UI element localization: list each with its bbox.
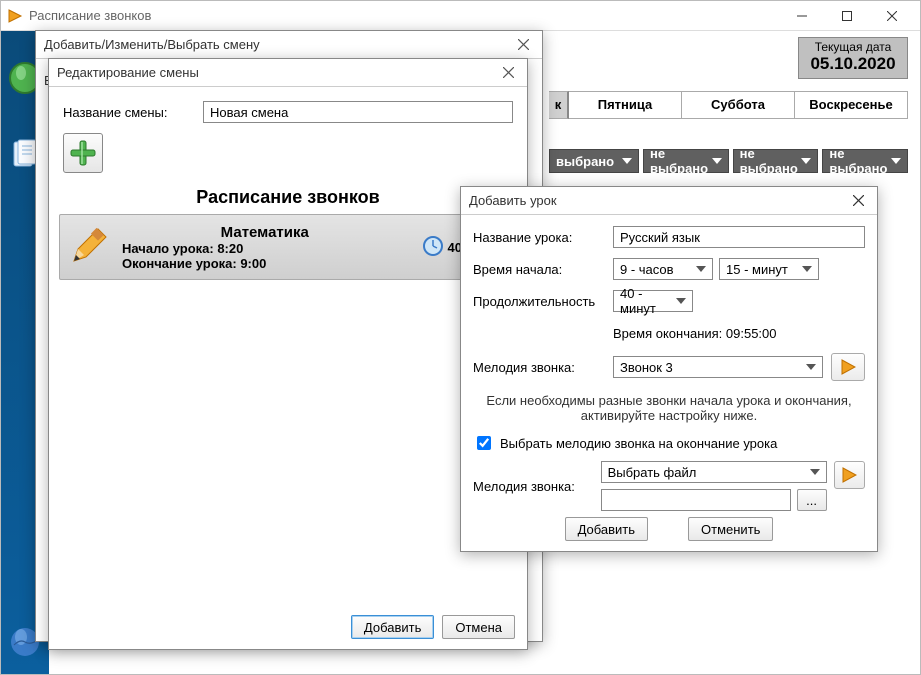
start-time-row: Время начала: 9 - часов 15 - минут (473, 257, 865, 281)
cancel-button[interactable]: Отмена (442, 615, 515, 639)
shift-select-partial[interactable]: выбрано (549, 149, 639, 173)
lesson-subject: Математика (116, 224, 414, 241)
day-col-saturday: Суббота (682, 91, 795, 119)
browse-button[interactable]: ... (797, 489, 827, 511)
lesson-times: Начало урока: 8:20 Окончание урока: 9:00 (116, 241, 414, 271)
day-col-sunday: Воскресенье (795, 91, 908, 119)
end-melody-select[interactable]: Выбрать файл (601, 461, 827, 483)
dialog-title-bar: Добавить урок (461, 187, 877, 215)
edit-lesson-button[interactable] (68, 227, 108, 267)
lesson-duration: 40 (422, 235, 462, 260)
play-icon (840, 359, 856, 375)
pencil-icon (68, 227, 108, 267)
dialog-title: Добавить урок (469, 193, 847, 208)
chevron-down-icon (696, 266, 706, 272)
chevron-down-icon (622, 158, 632, 164)
duration-select[interactable]: 40 - минут (613, 290, 693, 312)
chevron-down-icon (891, 158, 901, 164)
chevron-down-icon (806, 364, 816, 370)
note-text: Если необходимы разные звонки начала уро… (473, 389, 865, 429)
lesson-card: Математика Начало урока: 8:20 Окончание … (59, 214, 517, 280)
duration-label: Продолжительность (473, 294, 613, 309)
lesson-name-row: Название урока: (473, 225, 865, 249)
close-icon[interactable] (497, 62, 519, 84)
hours-select[interactable]: 9 - часов (613, 258, 713, 280)
dialog-buttons: Добавить Отменить (461, 517, 877, 541)
date-label: Текущая дата (799, 40, 907, 54)
duration-row: Продолжительность 40 - минут (473, 289, 865, 313)
add-button[interactable]: Добавить (351, 615, 434, 639)
cancel-button[interactable]: Отменить (688, 517, 773, 541)
melody-label: Мелодия звонка: (473, 360, 613, 375)
minutes-select[interactable]: 15 - минут (719, 258, 819, 280)
dialog-title: Редактирование смены (57, 65, 497, 80)
end-melody-checkbox[interactable] (477, 436, 491, 450)
melody-select[interactable]: Звонок 3 (613, 356, 823, 378)
add-lesson-dialog: Добавить урок Название урока: Время нача… (460, 186, 878, 552)
day-headers: к Пятница Суббота Воскресенье (549, 91, 908, 119)
dialog-title: Добавить/Изменить/Выбрать смену (44, 37, 512, 52)
dialog-title-bar: Редактирование смены (49, 59, 527, 87)
end-time-label: Время окончания: 09:55:00 (613, 326, 777, 341)
clock-icon (422, 235, 444, 260)
chevron-down-icon (676, 298, 686, 304)
app-title: Расписание звонков (29, 8, 779, 23)
shift-select-saturday[interactable]: не выбрано (733, 149, 819, 173)
end-melody-checkbox-row: Выбрать мелодию звонка на окончание урок… (473, 433, 865, 453)
shift-name-row: Название смены: (49, 87, 527, 129)
day-col-friday: Пятница (569, 91, 682, 119)
title-bar: Расписание звонков (1, 1, 920, 31)
shift-name-label: Название смены: (63, 105, 203, 120)
lesson-info: Математика Начало урока: 8:20 Окончание … (116, 224, 414, 271)
edit-shift-dialog: Редактирование смены Название смены: Рас… (48, 58, 528, 650)
shift-select-sunday[interactable]: не выбрано (822, 149, 908, 173)
minimize-button[interactable] (779, 1, 824, 30)
end-melody-path-input[interactable] (601, 489, 791, 511)
play-end-melody-button[interactable] (834, 461, 865, 489)
lesson-name-input[interactable] (613, 226, 865, 248)
end-melody-row: Мелодия звонка: Выбрать файл ... (473, 461, 865, 511)
lesson-form: Название урока: Время начала: 9 - часов … (461, 215, 877, 527)
window-controls (779, 1, 914, 30)
chevron-down-icon (802, 266, 812, 272)
close-button[interactable] (869, 1, 914, 30)
play-icon (841, 467, 857, 483)
schedule-header: Расписание звонков (49, 177, 527, 214)
add-lesson-row (49, 129, 527, 177)
lesson-name-label: Название урока: (473, 230, 613, 245)
day-col-partial: к (549, 91, 569, 119)
play-melody-button[interactable] (831, 353, 865, 381)
chevron-down-icon (810, 469, 820, 475)
date-value: 05.10.2020 (799, 54, 907, 74)
end-melody-checkbox-label: Выбрать мелодию звонка на окончание урок… (500, 436, 777, 451)
close-icon[interactable] (512, 34, 534, 56)
melody-row: Мелодия звонка: Звонок 3 (473, 353, 865, 381)
app-icon (7, 8, 23, 24)
lesson-end: Окончание урока: 9:00 (122, 256, 414, 271)
close-icon[interactable] (847, 190, 869, 212)
shift-name-input[interactable] (203, 101, 513, 123)
current-date-box: Текущая дата 05.10.2020 (798, 37, 908, 79)
plus-icon (69, 139, 97, 167)
shift-select-friday[interactable]: не выбрано (643, 149, 729, 173)
add-lesson-button[interactable] (63, 133, 103, 173)
dialog-buttons: Добавить Отмена (351, 615, 515, 639)
chevron-down-icon (801, 158, 811, 164)
start-time-label: Время начала: (473, 262, 613, 277)
lesson-start: Начало урока: 8:20 (122, 241, 414, 256)
day-shift-selectors: выбрано не выбрано не выбрано не выбрано (549, 149, 908, 173)
maximize-button[interactable] (824, 1, 869, 30)
dialog-title-bar: Добавить/Изменить/Выбрать смену (36, 31, 542, 59)
end-time-row: Время окончания: 09:55:00 (473, 321, 865, 345)
add-button[interactable]: Добавить (565, 517, 648, 541)
chevron-down-icon (712, 158, 722, 164)
end-melody-label: Мелодия звонка: (473, 479, 601, 494)
